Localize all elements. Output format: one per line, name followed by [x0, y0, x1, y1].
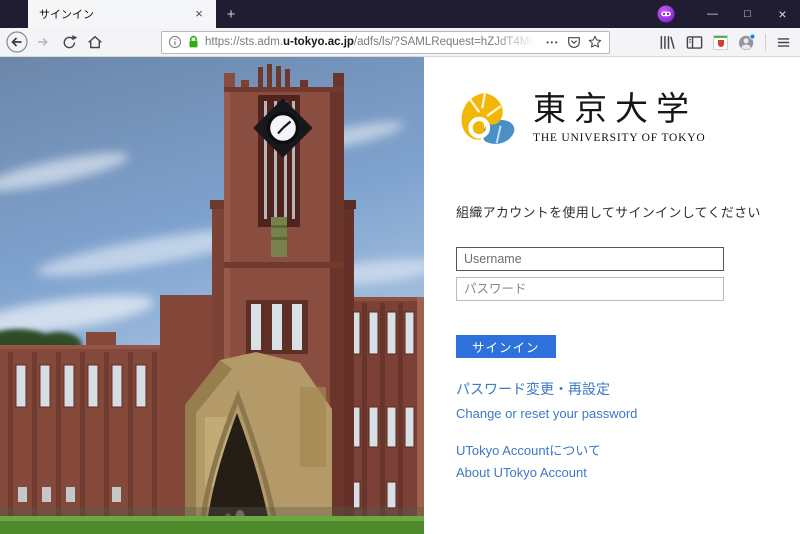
pocket-icon[interactable] [566, 34, 582, 50]
address-bar[interactable]: https://sts.adm.u-tokyo.ac.jp/adfs/ls/?S… [161, 31, 610, 54]
logo-kanji: 東京大学 [533, 92, 705, 128]
username-input[interactable] [456, 247, 724, 271]
private-browsing-icon [657, 0, 675, 28]
tabbar-spacer [246, 0, 657, 28]
signin-instruction: 組織アカウントを使用してサインインしてください [456, 202, 800, 221]
utokyo-logo: 東京大学 THE UNIVERSITY OF TOKYO [456, 87, 800, 149]
toolbar-separator [765, 34, 766, 51]
browser-window: サインイン × + — □ × [0, 0, 800, 534]
page-actions-icon[interactable]: ••• [544, 38, 561, 47]
home-icon [86, 33, 104, 51]
maximize-button[interactable]: □ [730, 0, 765, 28]
minimize-button[interactable]: — [695, 0, 730, 28]
account-info-link-en[interactable]: About UTokyo Account [456, 465, 800, 480]
reload-icon [61, 34, 78, 51]
logo-english: THE UNIVERSITY OF TOKYO [533, 132, 705, 144]
utokyo-ginkgo-icon [456, 87, 518, 149]
forward-arrow-icon [33, 32, 53, 52]
password-reset-link-jp[interactable]: パスワード変更・再設定 [456, 379, 800, 399]
account-icon[interactable] [737, 33, 756, 52]
url-text: https://sts.adm.u-tokyo.ac.jp/adfs/ls/?S… [205, 36, 539, 48]
library-icon[interactable] [657, 33, 676, 52]
window-controls: — □ × [695, 0, 800, 28]
tab-bar: サインイン × + — □ × [0, 0, 800, 28]
menu-hamburger-icon[interactable] [775, 34, 792, 51]
navigation-toolbar: https://sts.adm.u-tokyo.ac.jp/adfs/ls/?S… [0, 28, 800, 57]
close-window-button[interactable]: × [765, 0, 800, 28]
password-input[interactable] [456, 277, 724, 301]
password-reset-link-en[interactable]: Change or reset your password [456, 406, 800, 421]
extension-icon[interactable] [713, 35, 728, 50]
reload-button[interactable] [56, 30, 82, 54]
bookmark-star-icon[interactable] [587, 34, 603, 50]
back-button[interactable] [4, 30, 30, 54]
signin-button[interactable]: サインイン [456, 335, 556, 358]
tab-close-icon[interactable]: × [190, 5, 208, 23]
tab-title: サインイン [39, 6, 190, 22]
account-info-link-jp[interactable]: UTokyo Accountについて [456, 440, 800, 459]
site-info-icon[interactable] [168, 35, 182, 49]
page-content: 東京大学 THE UNIVERSITY OF TOKYO 組織アカウントを使用し… [0, 57, 800, 534]
toolbar-right [657, 33, 792, 52]
forward-button[interactable] [30, 30, 56, 54]
back-arrow-icon [5, 30, 29, 54]
url-domain: u-tokyo.ac.jp [283, 36, 354, 48]
new-tab-button[interactable]: + [216, 0, 246, 28]
logo-text: 東京大学 THE UNIVERSITY OF TOKYO [533, 92, 705, 143]
login-panel: 東京大学 THE UNIVERSITY OF TOKYO 組織アカウントを使用し… [424, 57, 800, 534]
lock-icon[interactable] [187, 35, 200, 49]
campus-photo [0, 57, 424, 534]
sidebar-icon[interactable] [685, 33, 704, 52]
help-links: パスワード変更・再設定 Change or reset your passwor… [456, 379, 800, 480]
tab-signin[interactable]: サインイン × [28, 0, 216, 28]
home-button[interactable] [82, 30, 108, 54]
